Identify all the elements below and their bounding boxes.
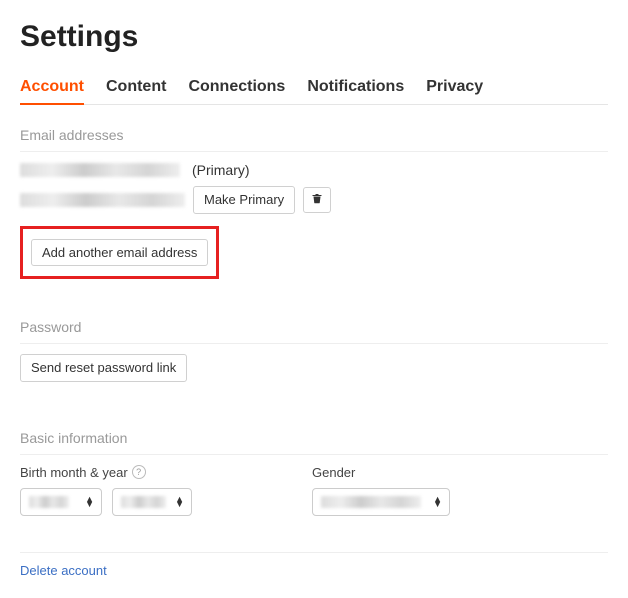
settings-tabs: Account Content Connections Notification…: [20, 72, 608, 105]
section-password: Password: [20, 311, 608, 344]
add-email-highlight: Add another email address: [20, 226, 219, 280]
tab-account[interactable]: Account: [20, 72, 84, 104]
tab-privacy[interactable]: Privacy: [426, 72, 483, 104]
trash-icon: [311, 192, 323, 208]
birth-year-select[interactable]: [112, 488, 192, 516]
primary-email-value: [20, 163, 180, 177]
tab-content[interactable]: Content: [106, 72, 166, 104]
birth-month-value: [29, 496, 69, 508]
birth-month-select[interactable]: [20, 488, 102, 516]
gender-select[interactable]: [312, 488, 450, 516]
delete-email-button[interactable]: [303, 187, 331, 213]
primary-email-row: (Primary): [20, 162, 608, 178]
section-basic-information: Basic information: [20, 422, 608, 455]
gender-label: Gender: [312, 465, 450, 480]
page-title: Settings: [20, 20, 608, 54]
delete-account-link[interactable]: Delete account: [20, 563, 608, 578]
gender-value: [321, 496, 421, 508]
tab-connections[interactable]: Connections: [188, 72, 285, 104]
primary-email-suffix: (Primary): [192, 162, 250, 178]
chevron-updown-icon: [85, 497, 93, 507]
birth-label: Birth month & year ?: [20, 465, 192, 480]
make-primary-button[interactable]: Make Primary: [193, 186, 295, 214]
add-another-email-button[interactable]: Add another email address: [31, 239, 208, 267]
secondary-email-row: Make Primary: [20, 186, 608, 214]
chevron-updown-icon: [175, 497, 183, 507]
birth-year-value: [121, 496, 166, 508]
send-reset-password-button[interactable]: Send reset password link: [20, 354, 187, 382]
help-icon[interactable]: ?: [132, 465, 146, 479]
section-email-addresses: Email addresses: [20, 119, 608, 152]
divider: [20, 552, 608, 553]
chevron-updown-icon: [433, 497, 441, 507]
tab-notifications[interactable]: Notifications: [307, 72, 404, 104]
secondary-email-value: [20, 193, 185, 207]
